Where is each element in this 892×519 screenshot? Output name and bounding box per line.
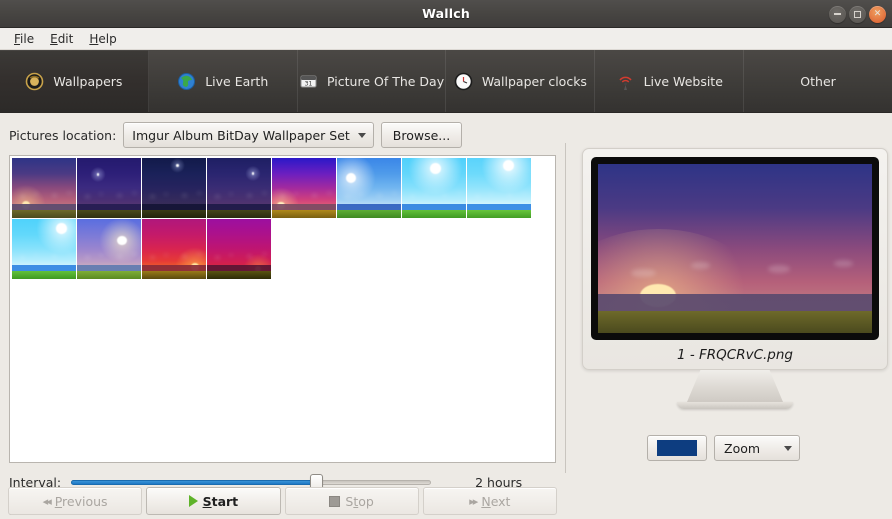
tab-wallpaper-clocks[interactable]: Wallpaper clocks <box>446 50 596 112</box>
thumbnail-item[interactable] <box>271 157 337 219</box>
monitor-stand-base <box>677 402 793 409</box>
monitor-frame: 1 - FRQCRvC.png <box>582 148 888 370</box>
tab-label-live-website: Live Website <box>643 73 723 89</box>
clock-icon <box>454 72 473 91</box>
preview-controls: Zoom <box>647 435 800 461</box>
svg-text:31: 31 <box>305 80 313 87</box>
close-icon[interactable]: ✕ <box>869 5 886 23</box>
tab-label-other: Other <box>800 73 836 89</box>
thumbnail-list[interactable] <box>9 155 556 463</box>
menu-item-file[interactable]: File <box>8 30 42 48</box>
tab-other[interactable]: Other <box>744 50 892 112</box>
previous-icon: ◂◂ <box>42 494 52 508</box>
title-bar: Wallch ✕ <box>0 0 892 28</box>
browse-button[interactable]: Browse... <box>380 122 463 148</box>
thumbnail-item[interactable] <box>76 157 142 219</box>
globe-icon <box>177 72 196 91</box>
next-label: Next <box>481 493 511 509</box>
next-button[interactable]: ▸▸ Next <box>422 487 557 515</box>
thumbnail-item[interactable] <box>206 218 272 280</box>
monitor-stand <box>687 370 783 402</box>
main-content: Pictures location: Imgur Album BitDay Wa… <box>0 113 892 519</box>
window-title: Wallch <box>422 6 470 21</box>
previous-button[interactable]: ◂◂ Previous <box>8 487 143 515</box>
chevron-down-icon <box>784 445 792 451</box>
color-swatch <box>657 440 697 456</box>
slider-fill <box>71 479 316 485</box>
next-icon: ▸▸ <box>469 494 478 508</box>
pictures-location-row: Pictures location: Imgur Album BitDay Wa… <box>9 121 556 149</box>
thumbnail-item[interactable] <box>141 218 207 280</box>
pictures-location-combobox[interactable]: Imgur Album BitDay Wallpaper Set <box>123 122 374 148</box>
start-label: Start <box>202 493 239 509</box>
playback-actions: ◂◂ Previous Start Stop ▸▸ Next <box>0 487 565 519</box>
stop-button[interactable]: Stop <box>284 487 419 515</box>
wallch-window: Wallch ✕ File Edit Help Wallpapers Live … <box>0 0 892 519</box>
thumbnail-item[interactable] <box>11 218 77 280</box>
stop-label: Stop <box>345 493 374 509</box>
menu-item-edit[interactable]: Edit <box>44 30 81 48</box>
wallpaper-preview-image[interactable] <box>598 164 872 333</box>
calendar-icon: 31 <box>299 72 318 91</box>
tab-wallpapers[interactable]: Wallpapers <box>0 50 149 112</box>
tab-label-picture-of-the-day: Picture Of The Day <box>327 73 445 89</box>
background-color-button[interactable] <box>647 435 707 461</box>
tab-label-wallpaper-clocks: Wallpaper clocks <box>481 73 587 89</box>
thumbnail-item[interactable] <box>141 157 207 219</box>
wallpaper-style-combobox[interactable]: Zoom <box>714 435 800 461</box>
monitor-preview: 1 - FRQCRvC.png <box>582 148 888 409</box>
preview-pane: 1 - FRQCRvC.png Zoom <box>567 113 892 519</box>
tab-bar: Wallpapers Live Earth 31 Picture Of The … <box>0 50 892 113</box>
menu-bar: File Edit Help <box>0 28 892 50</box>
left-pane: Pictures location: Imgur Album BitDay Wa… <box>0 113 565 519</box>
window-controls: ✕ <box>829 0 886 28</box>
thumbnail-item[interactable] <box>401 157 467 219</box>
chevron-down-icon <box>357 132 366 138</box>
preview-filename: 1 - FRQCRvC.png <box>676 346 794 363</box>
wallpaper-style-value: Zoom <box>724 440 761 456</box>
start-button[interactable]: Start <box>146 487 281 515</box>
tab-picture-of-the-day[interactable]: 31 Picture Of The Day <box>298 50 447 112</box>
pictures-location-label: Pictures location: <box>9 127 117 143</box>
thumbnail-item[interactable] <box>466 157 532 219</box>
thumbnail-item[interactable] <box>11 157 77 219</box>
menu-item-help[interactable]: Help <box>83 30 124 48</box>
tab-label-live-earth: Live Earth <box>205 73 269 89</box>
thumbnail-grid <box>11 157 553 280</box>
antenna-icon <box>616 72 635 91</box>
play-icon <box>188 495 198 507</box>
wallpapers-icon <box>25 72 44 91</box>
tab-label-wallpapers: Wallpapers <box>53 73 123 89</box>
thumbnail-item[interactable] <box>206 157 272 219</box>
thumbnail-item[interactable] <box>76 218 142 280</box>
minimize-icon[interactable] <box>829 5 846 23</box>
tab-live-website[interactable]: Live Website <box>595 50 745 112</box>
tab-live-earth[interactable]: Live Earth <box>149 50 298 112</box>
pictures-location-value: Imgur Album BitDay Wallpaper Set <box>132 127 350 143</box>
previous-label: Previous <box>54 493 108 509</box>
thumbnail-item[interactable] <box>336 157 402 219</box>
maximize-icon[interactable] <box>849 5 866 23</box>
stop-icon <box>329 495 341 507</box>
monitor-bezel <box>591 157 879 340</box>
